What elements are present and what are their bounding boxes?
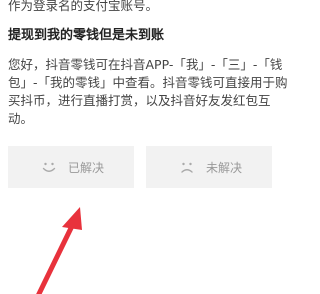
solved-label: 已解决 [67,160,104,175]
intro-text: 作为登录名的支付宝账号。 [8,0,159,13]
faq-answer-line: 您好，抖音零钱可在抖音APP-「我」-「三」-「钱 [8,57,283,72]
unsolved-button[interactable]: 未解决 [146,146,272,188]
faq-answer: 您好，抖音零钱可在抖音APP-「我」-「三」-「钱 包」-「我的零钱」中查看。抖… [8,56,288,128]
faq-answer-line: 包」-「我的零钱」中查看。抖音零钱可直接用于购 [8,75,288,90]
faq-answer-line: 买抖币，进行直播打赏，以及抖音好友发红包互 [8,93,271,108]
faq-answer-line: 动。 [8,111,34,126]
faq-title: 提现到我的零钱但是未到账 [8,28,165,43]
unsolved-label: 未解决 [205,160,242,175]
smile-icon [42,162,56,172]
frown-icon [181,162,193,173]
feedback-row: 已解决 未解决 [8,146,284,188]
solved-button[interactable]: 已解决 [8,146,134,188]
help-page: 作为登录名的支付宝账号。 提现到我的零钱但是未到账 您好，抖音零钱可在抖音APP… [0,0,292,294]
